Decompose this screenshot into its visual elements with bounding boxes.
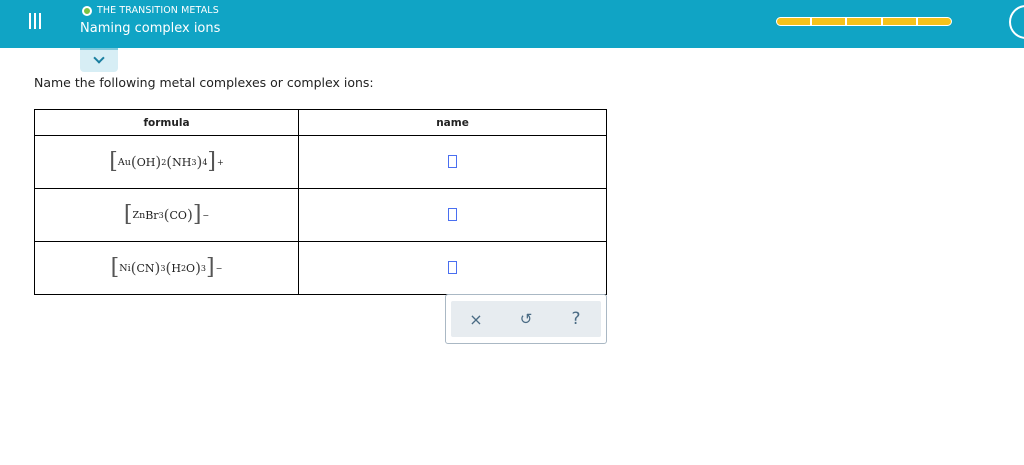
progress-segment xyxy=(777,18,813,25)
answer-input[interactable] xyxy=(448,260,457,274)
name-header: name xyxy=(298,109,607,136)
progress-segment xyxy=(812,18,848,25)
name-cell xyxy=(298,135,607,189)
formula-expression: [ Zn Br 3 (CO) ] − xyxy=(123,202,210,227)
table-row: [ Zn Br 3 (CO) ] − xyxy=(34,188,607,242)
name-cell xyxy=(298,241,607,295)
chevron-down-icon xyxy=(93,52,105,64)
formula-ligand: O xyxy=(186,261,196,275)
formula-ligand: CO xyxy=(169,208,187,222)
formula-charge: − xyxy=(215,263,223,273)
lesson-title: Naming complex ions xyxy=(80,21,221,36)
toolbar-buttons: × ↺ ? xyxy=(451,301,601,337)
topic-header: THE TRANSITION METALS xyxy=(82,5,219,16)
table-header-row: formula name xyxy=(34,109,607,136)
formula-expression: [ Ni (CN) 3 (H 2 O) 3 ] − xyxy=(110,255,223,280)
formula-ligand: H xyxy=(171,261,181,275)
topic-status-icon xyxy=(82,5,92,16)
collapse-header-button[interactable] xyxy=(80,48,118,72)
table-row: [ Au (OH) 2 (NH 3) 4 ] + xyxy=(34,135,607,189)
formula-ligand: CN xyxy=(136,261,155,275)
formula-metal: Zn xyxy=(132,209,146,221)
formula-cell: [ Zn Br 3 (CO) ] − xyxy=(34,188,299,242)
topic-label: THE TRANSITION METALS xyxy=(97,5,219,16)
answer-toolbar: × ↺ ? xyxy=(445,294,607,344)
clear-icon[interactable]: × xyxy=(461,310,491,329)
formula-cell: [ Au (OH) 2 (NH 3) 4 ] + xyxy=(34,135,299,189)
menu-icon[interactable] xyxy=(22,6,48,36)
formula-metal: Ni xyxy=(119,262,131,274)
progress-segment xyxy=(847,18,883,25)
formula-ligand: NH xyxy=(172,155,192,169)
top-bar: THE TRANSITION METALS Naming complex ion… xyxy=(0,0,1024,48)
progress-segment xyxy=(918,18,951,25)
undo-icon[interactable]: ↺ xyxy=(511,310,541,328)
question-table: formula name [ Au (OH) 2 (NH 3) 4 ] + [ Zn B… xyxy=(34,109,607,295)
answer-input[interactable] xyxy=(448,207,457,221)
formula-expression: [ Au (OH) 2 (NH 3) 4 ] + xyxy=(109,149,224,174)
name-cell xyxy=(298,188,607,242)
account-icon[interactable] xyxy=(1009,5,1024,39)
progress-bar xyxy=(776,17,952,26)
help-icon[interactable]: ? xyxy=(561,309,591,329)
question-prompt: Name the following metal complexes or co… xyxy=(34,75,374,90)
formula-ligand: OH xyxy=(136,155,156,169)
progress-segment xyxy=(883,18,918,25)
formula-ligand: Br xyxy=(145,208,159,222)
formula-charge: + xyxy=(217,157,224,167)
table-row: [ Ni (CN) 3 (H 2 O) 3 ] − xyxy=(34,241,607,295)
formula-header: formula xyxy=(34,109,299,136)
formula-cell: [ Ni (CN) 3 (H 2 O) 3 ] − xyxy=(34,241,299,295)
formula-metal: Au xyxy=(117,156,131,168)
formula-charge: − xyxy=(202,210,210,220)
answer-input[interactable] xyxy=(448,154,457,168)
